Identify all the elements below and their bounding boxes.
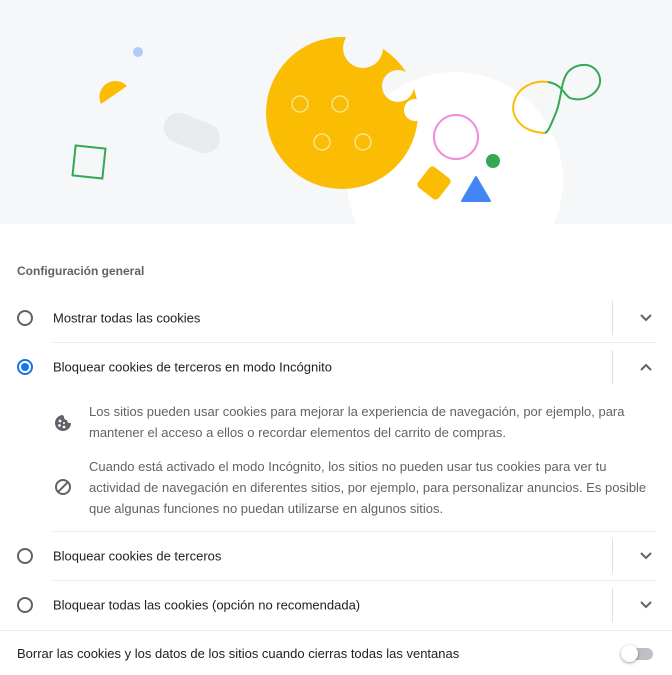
vertical-separator: [612, 301, 613, 335]
option-label: Mostrar todas las cookies: [53, 310, 201, 326]
green-dot-shape: [486, 154, 500, 168]
toggle-knob: [621, 645, 638, 662]
option-label: Bloquear cookies de terceros en modo Inc…: [53, 359, 332, 375]
detail-text: Los sitios pueden usar cookies para mejo…: [89, 404, 625, 440]
radio-button[interactable]: [17, 597, 33, 613]
option-show-all-cookies[interactable]: Mostrar todas las cookies: [0, 294, 672, 342]
option-label: Bloquear todas las cookies (opción no re…: [53, 597, 361, 613]
clear-on-exit-toggle[interactable]: [621, 645, 655, 662]
chevron-down-icon[interactable]: [636, 309, 656, 327]
chevron-up-icon[interactable]: [636, 358, 656, 376]
vertical-separator: [612, 588, 613, 622]
footer-divider: [0, 630, 672, 631]
cookies-illustration: [71, 37, 602, 224]
option-block-third-party[interactable]: Bloquear cookies de terceros: [0, 532, 672, 580]
block-icon: [55, 479, 71, 495]
vertical-separator: [612, 539, 613, 573]
clear-on-exit-label: Borrar las cookies y los datos de los si…: [17, 646, 460, 661]
vertical-separator: [612, 350, 613, 384]
chevron-down-icon[interactable]: [636, 596, 656, 614]
radio-button[interactable]: [17, 548, 33, 564]
section-title: Configuración general: [17, 264, 145, 278]
yellow-half-circle-shape: [99, 81, 127, 104]
blue-dot-shape: [133, 47, 143, 57]
option-block-third-party-incognito[interactable]: Bloquear cookies de terceros en modo Inc…: [0, 343, 672, 391]
clear-on-exit-row[interactable]: Borrar las cookies y los datos de los si…: [0, 630, 672, 675]
option-block-all-cookies[interactable]: Bloquear todas las cookies (opción no re…: [0, 581, 672, 629]
detail-text: Cuando está activado el modo Incógnito, …: [89, 459, 647, 516]
green-squiggle-shape: [544, 63, 602, 134]
option-label: Bloquear cookies de terceros: [53, 548, 222, 564]
radio-button-selected[interactable]: [17, 359, 33, 375]
cookie-shape: [266, 37, 418, 189]
radio-button[interactable]: [17, 310, 33, 326]
chevron-down-icon[interactable]: [636, 547, 656, 565]
green-square-shape: [71, 144, 107, 180]
grey-pill-shape: [164, 112, 220, 154]
hero-illustration: [0, 0, 672, 224]
cookie-icon: [55, 415, 71, 431]
